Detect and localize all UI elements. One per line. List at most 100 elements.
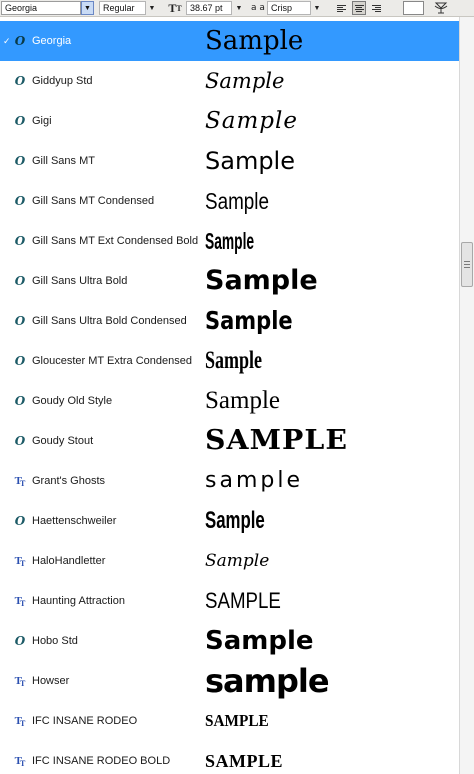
font-row-gill-sans-mt-condensed[interactable]: O Gill Sans MT Condensed Sample	[0, 181, 459, 221]
font-sample: SAMPLE	[205, 425, 349, 456]
font-row-gloucester-mt-extra-condensed[interactable]: O Gloucester MT Extra Condensed Sample	[0, 341, 459, 381]
opentype-icon: O	[14, 514, 26, 528]
font-row-hobo-std[interactable]: O Hobo Std Sample	[0, 621, 459, 661]
truetype-icon: TT	[14, 755, 26, 768]
font-name: IFC INSANE RODEO	[32, 715, 138, 727]
font-list[interactable]: ✓ O Georgia Sample O Giddyup Std Sample …	[0, 17, 459, 774]
font-name: Howser	[32, 675, 70, 687]
font-sample: Sample	[205, 108, 298, 134]
font-name: IFC INSANE RODEO BOLD	[32, 755, 171, 767]
align-left-button[interactable]	[335, 1, 349, 15]
align-right-button[interactable]	[369, 1, 383, 15]
font-row-goudy-stout[interactable]: O Goudy Stout SAMPLE	[0, 421, 459, 461]
font-sample: Sample	[205, 265, 318, 296]
font-style-field[interactable]: Regular	[99, 1, 146, 15]
font-name: Gill Sans MT	[32, 155, 95, 167]
opentype-icon: O	[14, 154, 26, 168]
font-sample: sample	[205, 662, 330, 700]
warp-text-glyph	[434, 2, 448, 14]
antialias-field[interactable]: Crisp	[267, 1, 311, 15]
font-name: Haettenschweiler	[32, 515, 117, 527]
font-sample: Sample	[205, 306, 293, 335]
checkmark-icon: ✓	[3, 36, 11, 46]
opentype-icon: O	[14, 34, 26, 48]
opentype-icon: O	[14, 234, 26, 248]
font-row-giddyup-std[interactable]: O Giddyup Std Sample	[0, 61, 459, 101]
font-sample: Sample	[205, 507, 265, 534]
font-row-halohandletter[interactable]: TT HaloHandletter Sample	[0, 541, 459, 581]
opentype-icon: O	[14, 74, 26, 88]
opentype-icon: O	[14, 314, 26, 328]
font-name: Gill Sans MT Ext Condensed Bold	[32, 235, 199, 247]
font-sample: SAMPLE	[205, 711, 269, 730]
font-row-haunting-attraction[interactable]: TT Haunting Attraction SAMPLE	[0, 581, 459, 621]
font-sample: Sample	[205, 387, 280, 414]
opentype-icon: O	[14, 394, 26, 408]
vertical-scrollbar[interactable]	[459, 17, 474, 774]
font-name: Haunting Attraction	[32, 595, 125, 607]
font-name: Hobo Std	[32, 635, 78, 647]
font-row-grants-ghosts[interactable]: TT Grant's Ghosts sample	[0, 461, 459, 501]
character-toolbar: Georgia ▼ Regular ▼ TT 38.67 pt ▼ a a Cr…	[0, 0, 474, 17]
font-name: Gill Sans Ultra Bold Condensed	[32, 315, 187, 327]
font-row-gill-sans-ultra-bold-condensed[interactable]: O Gill Sans Ultra Bold Condensed Sample	[0, 301, 459, 341]
opentype-icon: O	[14, 114, 26, 128]
scrollbar-thumb[interactable]	[461, 242, 473, 287]
opentype-icon: O	[14, 194, 26, 208]
opentype-icon: O	[14, 634, 26, 648]
font-row-haettenschweiler[interactable]: O Haettenschweiler Sample	[0, 501, 459, 541]
font-style-dropdown-button[interactable]: ▼	[147, 1, 157, 15]
font-name: Gloucester MT Extra Condensed	[32, 355, 192, 367]
chevron-down-icon: ▼	[235, 4, 243, 12]
font-name: Gill Sans MT Condensed	[32, 195, 155, 207]
font-size-field[interactable]: 38.67 pt	[186, 1, 232, 15]
font-sample: Sample	[205, 188, 269, 214]
font-size-icon: TT	[168, 0, 182, 15]
truetype-icon: TT	[14, 475, 26, 488]
antialias-icon: a a	[251, 3, 265, 13]
align-center-button[interactable]	[352, 1, 366, 15]
font-sample: sample	[205, 468, 303, 493]
font-name: Gigi	[32, 115, 52, 127]
font-name: Goudy Old Style	[32, 395, 113, 407]
font-size-dropdown-button[interactable]: ▼	[234, 1, 244, 15]
font-sample: SAMPLE	[205, 751, 284, 771]
font-row-gigi[interactable]: O Gigi Sample	[0, 101, 459, 141]
antialias-dropdown-button[interactable]: ▼	[312, 1, 322, 15]
font-name: HaloHandletter	[32, 555, 106, 567]
truetype-icon: TT	[14, 675, 26, 688]
font-row-howser[interactable]: TT Howser sample	[0, 661, 459, 701]
font-name: Goudy Stout	[32, 435, 94, 447]
font-sample: Sample	[205, 626, 314, 656]
chevron-down-icon: ▼	[84, 4, 91, 12]
font-sample: Sample	[205, 228, 255, 254]
truetype-icon: TT	[14, 715, 26, 728]
font-sample: Sample	[205, 551, 270, 571]
font-sample: Sample	[205, 147, 295, 175]
font-row-gill-sans-mt[interactable]: O Gill Sans MT Sample	[0, 141, 459, 181]
font-sample: SAMPLE	[205, 588, 281, 613]
opentype-icon: O	[14, 274, 26, 288]
truetype-icon: TT	[14, 555, 26, 568]
font-family-field[interactable]: Georgia	[1, 1, 81, 15]
font-row-goudy-old-style[interactable]: O Goudy Old Style Sample	[0, 381, 459, 421]
font-name: Georgia	[32, 35, 72, 47]
font-name: Gill Sans Ultra Bold	[32, 275, 128, 287]
font-row-georgia[interactable]: ✓ O Georgia Sample	[0, 21, 459, 61]
opentype-icon: O	[14, 434, 26, 448]
font-row-ifc-insane-rodeo-bold[interactable]: TT IFC INSANE RODEO BOLD SAMPLE	[0, 741, 459, 774]
truetype-icon: TT	[14, 595, 26, 608]
font-row-gill-sans-ultra-bold[interactable]: O Gill Sans Ultra Bold Sample	[0, 261, 459, 301]
opentype-icon: O	[14, 354, 26, 368]
font-row-ifc-insane-rodeo[interactable]: TT IFC INSANE RODEO SAMPLE	[0, 701, 459, 741]
font-name: Giddyup Std	[32, 75, 93, 87]
font-row-gill-sans-mt-ext-condensed-bold[interactable]: O Gill Sans MT Ext Condensed Bold Sample	[0, 221, 459, 261]
font-family-dropdown-button[interactable]: ▼	[81, 1, 94, 15]
warp-text-icon[interactable]	[433, 1, 449, 15]
font-sample: Sample	[205, 347, 263, 374]
text-color-swatch[interactable]	[403, 1, 424, 15]
chevron-down-icon: ▼	[313, 4, 321, 12]
chevron-down-icon: ▼	[148, 4, 156, 12]
font-sample: Sample	[205, 26, 304, 56]
font-sample: Sample	[205, 69, 285, 93]
